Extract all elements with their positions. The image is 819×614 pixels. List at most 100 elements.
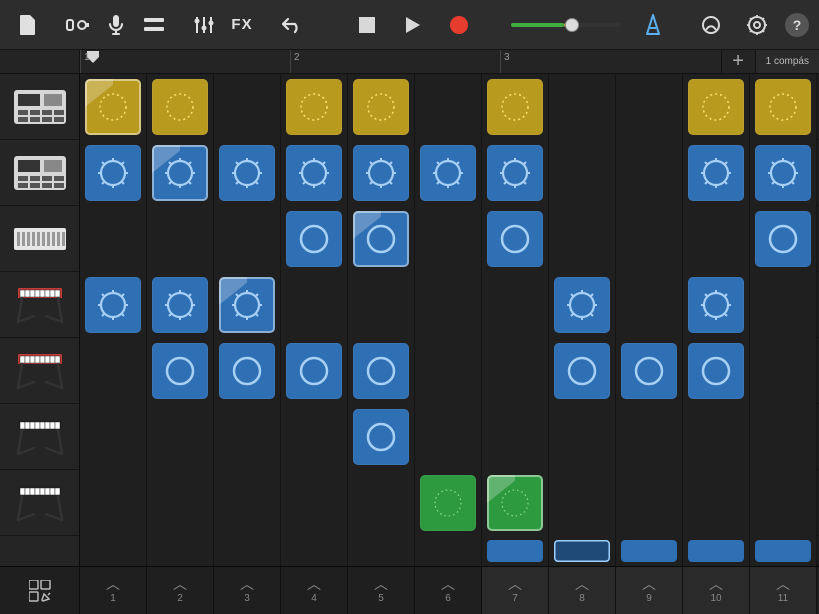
bar-ruler[interactable]: 1 2 3	[80, 50, 721, 73]
browser-button[interactable]	[60, 7, 96, 43]
grid-cell[interactable]	[750, 74, 817, 140]
loop-cell[interactable]	[85, 277, 141, 333]
grid-cell[interactable]	[214, 536, 281, 566]
grid-cell[interactable]	[80, 470, 147, 536]
grid-cell[interactable]	[415, 272, 482, 338]
record-button[interactable]	[441, 7, 477, 43]
grid-cell[interactable]	[750, 338, 817, 404]
loop-cell[interactable]	[152, 145, 208, 201]
grid-cell[interactable]	[348, 404, 415, 470]
grid-cell[interactable]	[750, 272, 817, 338]
loop-cell[interactable]	[219, 277, 275, 333]
grid-cell[interactable]	[549, 404, 616, 470]
track-header-sampler[interactable]	[0, 206, 79, 272]
loop-cell[interactable]	[688, 540, 744, 562]
loop-cell[interactable]	[353, 409, 409, 465]
grid-cell[interactable]	[616, 338, 683, 404]
grid-cell[interactable]	[415, 470, 482, 536]
grid-cell[interactable]	[549, 338, 616, 404]
mixer-button[interactable]	[186, 7, 222, 43]
grid-cell[interactable]	[80, 404, 147, 470]
loop-cell[interactable]	[554, 540, 610, 562]
loop-cell[interactable]	[353, 211, 409, 267]
column-trigger[interactable]: ︿2	[147, 567, 214, 614]
tracks-button[interactable]	[136, 7, 172, 43]
grid-cell[interactable]	[482, 470, 549, 536]
column-trigger[interactable]: ︿9	[616, 567, 683, 614]
loop-cell[interactable]	[353, 343, 409, 399]
grid-cell[interactable]	[147, 140, 214, 206]
grid-cell[interactable]	[348, 272, 415, 338]
grid-cell[interactable]	[80, 74, 147, 140]
grid-cell[interactable]	[683, 206, 750, 272]
grid-cell[interactable]	[80, 272, 147, 338]
column-trigger[interactable]: ︿11	[750, 567, 817, 614]
loop-cell[interactable]	[286, 79, 342, 135]
add-section-button[interactable]: +	[721, 50, 755, 73]
grid-cell[interactable]	[549, 272, 616, 338]
grid-cell[interactable]	[80, 338, 147, 404]
grid-cell[interactable]	[415, 140, 482, 206]
column-trigger[interactable]: ︿6	[415, 567, 482, 614]
column-trigger[interactable]: ︿4	[281, 567, 348, 614]
track-header-keyboard-dark-2[interactable]	[0, 470, 79, 536]
loop-cell[interactable]	[755, 145, 811, 201]
loop-cell[interactable]	[353, 79, 409, 135]
grid-cell[interactable]	[750, 206, 817, 272]
grid-cell[interactable]	[214, 74, 281, 140]
loop-cell[interactable]	[487, 211, 543, 267]
loop-cell[interactable]	[755, 79, 811, 135]
grid-cell[interactable]	[147, 404, 214, 470]
grid-cell[interactable]	[683, 470, 750, 536]
grid-cell[interactable]	[147, 470, 214, 536]
loop-cell[interactable]	[286, 211, 342, 267]
loop-cell[interactable]	[85, 145, 141, 201]
grid-cell[interactable]	[482, 272, 549, 338]
grid-cell[interactable]	[214, 206, 281, 272]
grid-cell[interactable]	[549, 536, 616, 566]
grid-cell[interactable]	[348, 74, 415, 140]
loop-cell[interactable]	[286, 145, 342, 201]
column-trigger[interactable]: ︿7	[482, 567, 549, 614]
grid-cell[interactable]	[281, 206, 348, 272]
grid-cell[interactable]	[750, 470, 817, 536]
loop-cell[interactable]	[554, 343, 610, 399]
grid-cell[interactable]	[281, 536, 348, 566]
grid-cell[interactable]	[482, 536, 549, 566]
grid-cell[interactable]	[616, 272, 683, 338]
loop-cell[interactable]	[353, 145, 409, 201]
grid-cell[interactable]	[80, 140, 147, 206]
grid-cell[interactable]	[616, 404, 683, 470]
loop-cell[interactable]	[219, 145, 275, 201]
projects-button[interactable]	[10, 7, 46, 43]
settings-button[interactable]	[739, 7, 775, 43]
grid-cell[interactable]	[683, 74, 750, 140]
grid-cell[interactable]	[482, 404, 549, 470]
grid-cell[interactable]	[750, 404, 817, 470]
grid-cell[interactable]	[683, 536, 750, 566]
grid-cell[interactable]	[214, 338, 281, 404]
loop-browser-button[interactable]	[693, 7, 729, 43]
loop-cell[interactable]	[487, 475, 543, 531]
loop-cell[interactable]	[688, 79, 744, 135]
grid-cell[interactable]	[80, 206, 147, 272]
column-trigger[interactable]: ︿5	[348, 567, 415, 614]
grid-cell[interactable]	[482, 338, 549, 404]
microphone-button[interactable]	[98, 7, 134, 43]
grid-cell[interactable]	[147, 338, 214, 404]
grid-cell[interactable]	[415, 404, 482, 470]
grid-cell[interactable]	[683, 404, 750, 470]
loop-cell[interactable]	[152, 277, 208, 333]
grid-cell[interactable]	[348, 338, 415, 404]
loop-cell[interactable]	[152, 343, 208, 399]
grid-cell[interactable]	[348, 536, 415, 566]
grid-cell[interactable]	[549, 140, 616, 206]
grid-cell[interactable]	[616, 74, 683, 140]
loop-cell[interactable]	[688, 145, 744, 201]
grid-cell[interactable]	[281, 338, 348, 404]
loop-cell[interactable]	[755, 540, 811, 562]
play-button[interactable]	[395, 7, 431, 43]
loop-cell[interactable]	[420, 475, 476, 531]
track-header-drum-machine-1[interactable]	[0, 74, 79, 140]
section-length-button[interactable]: 1 compás	[755, 50, 819, 73]
